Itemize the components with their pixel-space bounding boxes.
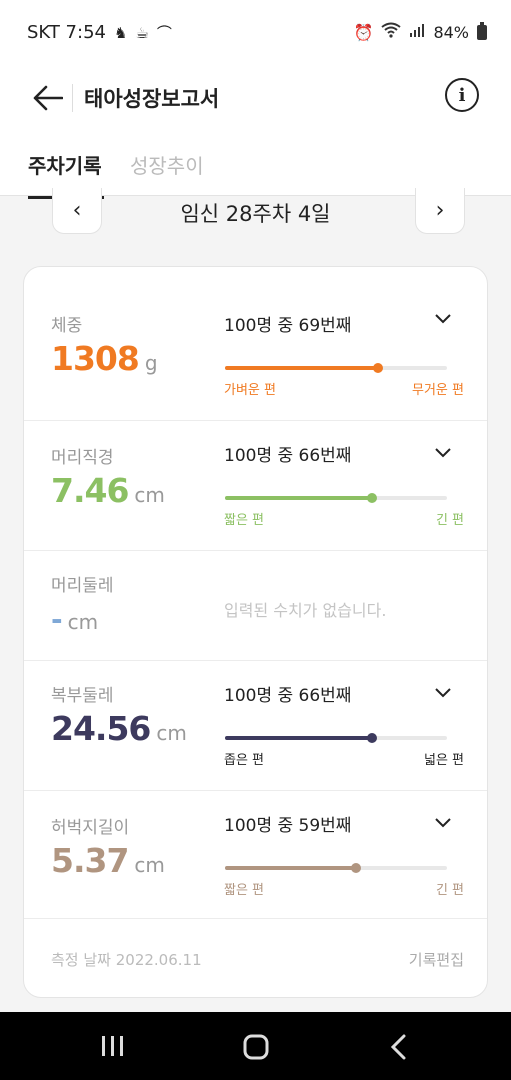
- tab-bar: 주차기록 성장추이: [0, 130, 511, 199]
- chevron-down-icon[interactable]: [435, 309, 451, 329]
- metric-value: 1308 g: [51, 339, 158, 378]
- metric-unit: g: [144, 351, 158, 375]
- measure-date: 측정 날짜 2022.06.11: [51, 951, 202, 969]
- battery-percent: 84%: [433, 22, 469, 42]
- metric-label: 머리직경: [51, 448, 114, 468]
- percentile-marker: [366, 733, 377, 743]
- metric-rank: 100명 중 66번째: [224, 446, 352, 466]
- home-button[interactable]: [242, 1034, 270, 1067]
- metric-value: 5.37 cm: [51, 841, 165, 880]
- metric-number: 5.37: [51, 841, 129, 880]
- info-button[interactable]: i: [445, 78, 479, 112]
- metric-row-head-circumference[interactable]: 머리둘레 - cm 입력된 수치가 없습니다.: [24, 551, 487, 661]
- high-label: 넓은 편: [423, 753, 464, 768]
- chevron-down-icon[interactable]: [435, 683, 451, 703]
- next-week-button[interactable]: ›: [415, 188, 465, 234]
- empty-message: 입력된 수치가 없습니다.: [224, 601, 387, 620]
- card-footer: 측정 날짜 2022.06.11 기록편집: [24, 919, 487, 997]
- high-label: 긴 편: [435, 883, 464, 898]
- metric-number: -: [51, 603, 63, 636]
- metric-value: - cm: [51, 603, 98, 636]
- alarm-icon: ⏰: [353, 22, 374, 42]
- percentile-marker: [350, 863, 361, 873]
- chevron-down-icon[interactable]: [435, 813, 451, 833]
- metric-unit: cm: [134, 853, 165, 877]
- low-label: 짧은 편: [224, 513, 265, 528]
- low-label: 짧은 편: [224, 883, 265, 898]
- percentile-track: [225, 493, 447, 503]
- notification-icon: ♞: [113, 23, 128, 42]
- high-label: 긴 편: [435, 513, 464, 528]
- low-label: 좁은 편: [224, 753, 265, 768]
- metric-unit: cm: [156, 721, 187, 745]
- week-navigator: ‹ 임신 28주차 4일 ›: [0, 188, 511, 234]
- low-label: 가벼운 편: [224, 383, 276, 398]
- percentile-fill: [225, 866, 356, 870]
- page-title: 태아성장보고서: [84, 87, 220, 111]
- metric-label: 체중: [51, 316, 83, 336]
- system-nav-bar: [0, 1012, 511, 1080]
- metric-row-head-diameter[interactable]: 머리직경 7.46 cm 100명 중 66번째 짧은 편 긴 편: [24, 421, 487, 551]
- app-header: 태아성장보고서 i: [0, 68, 511, 130]
- metric-number: 24.56: [51, 709, 151, 748]
- status-bar: SKT 7:54 ♞ ☕ ⌒ ⏰ 84%: [0, 0, 511, 68]
- info-icon: i: [458, 84, 466, 106]
- recent-apps-button[interactable]: [100, 1034, 126, 1065]
- metric-label: 허벅지길이: [51, 818, 130, 838]
- arrow-left-icon: [33, 85, 63, 111]
- system-back-button[interactable]: [390, 1034, 408, 1067]
- status-left: SKT 7:54 ♞ ☕ ⌒: [27, 22, 172, 43]
- metric-rank: 100명 중 69번째: [224, 316, 352, 336]
- metric-row-weight[interactable]: 체중 1308 g 100명 중 69번째 가벼운 편 무거운 편: [24, 267, 487, 421]
- status-right: ⏰ 84%: [353, 21, 487, 42]
- metric-label: 머리둘레: [51, 576, 114, 596]
- edit-record-button[interactable]: 기록편집: [409, 949, 464, 970]
- metric-row-femur-length[interactable]: 허벅지길이 5.37 cm 100명 중 59번째 짧은 편 긴 편: [24, 791, 487, 919]
- back-button[interactable]: [28, 78, 68, 118]
- carrier-time: SKT 7:54: [27, 22, 106, 43]
- metric-value: 24.56 cm: [51, 709, 187, 748]
- percentile-marker: [373, 363, 384, 373]
- metric-rank: 100명 중 66번째: [224, 686, 352, 706]
- battery-icon: [477, 21, 487, 40]
- wifi-icon: [381, 22, 402, 42]
- chevron-right-icon: ›: [435, 198, 445, 223]
- more-notifications-icon: ⌒: [156, 24, 172, 42]
- metric-number: 7.46: [51, 471, 129, 510]
- percentile-marker: [366, 493, 377, 503]
- percentile-fill: [225, 366, 379, 370]
- header-divider: [72, 84, 73, 112]
- metric-label: 복부둘레: [51, 686, 114, 706]
- tab-weekly-record[interactable]: 주차기록: [28, 150, 104, 199]
- percentile-track: [225, 363, 447, 373]
- percentile-fill: [225, 496, 372, 500]
- percentile-fill: [225, 736, 372, 740]
- metric-row-abdominal-circumference[interactable]: 복부둘레 24.56 cm 100명 중 66번째 좁은 편 넓은 편: [24, 661, 487, 791]
- high-label: 무거운 편: [412, 383, 464, 398]
- metric-unit: cm: [67, 610, 99, 634]
- metric-unit: cm: [134, 483, 165, 507]
- metric-value: 7.46 cm: [51, 471, 165, 510]
- percentile-track: [225, 863, 447, 873]
- metric-rank: 100명 중 59번째: [224, 816, 352, 836]
- signal-icon: [409, 22, 425, 42]
- tab-growth-trend[interactable]: 성장추이: [130, 150, 204, 179]
- growth-card: 체중 1308 g 100명 중 69번째 가벼운 편 무거운 편 머리직경 7…: [23, 266, 488, 998]
- chevron-down-icon[interactable]: [435, 443, 451, 463]
- metric-number: 1308: [51, 339, 140, 378]
- percentile-track: [225, 733, 447, 743]
- cafe-icon: ☕: [135, 23, 149, 42]
